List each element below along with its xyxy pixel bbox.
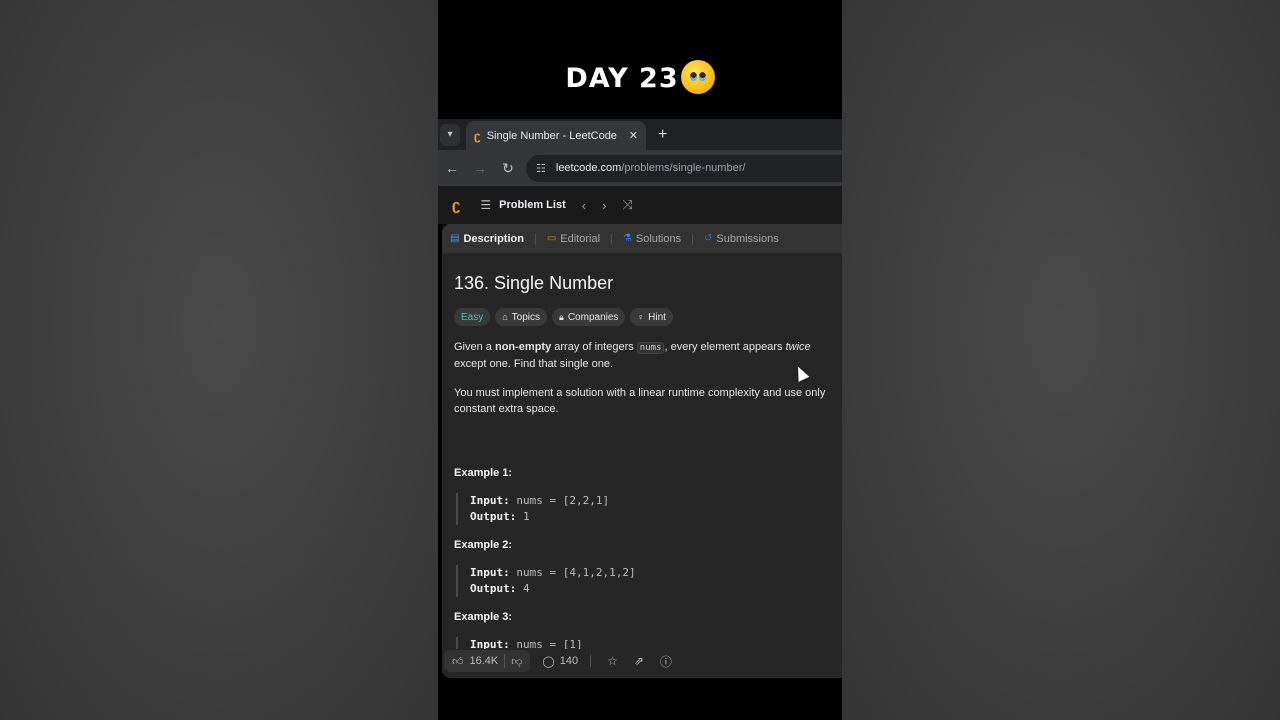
comment-bubble-icon: ◯ xyxy=(542,655,555,668)
tab-divider: | xyxy=(691,232,694,245)
hint-label: Hint xyxy=(648,311,666,323)
output-value: 4 xyxy=(522,582,530,595)
day-caption: DAY 23 xyxy=(438,60,842,94)
statement-text: except one. Find that single one. xyxy=(454,358,613,370)
statement-text: array of integers xyxy=(551,341,637,353)
problem-body: 136. Single Number Easy ⌂ Topics 🔒︎ Compan… xyxy=(442,273,842,653)
browser-tab-title: Single Number - LeetCode xyxy=(486,129,617,142)
submissions-history-icon: ↺ xyxy=(703,233,713,244)
leetcode-logo-icon[interactable]: ʗ xyxy=(452,197,460,214)
input-value: nums = [2,2,1] xyxy=(516,494,610,507)
thumbs-down-icon[interactable]: 👎︎ xyxy=(511,655,522,668)
input-label: Input: xyxy=(470,494,510,507)
close-tab-icon[interactable]: ✕ xyxy=(629,129,638,142)
problem-tags: Easy ⌂ Topics 🔒︎ Companies ♀ Hint xyxy=(454,308,830,326)
problem-constraint-text: You must implement a solution with a lin… xyxy=(454,387,826,415)
like-dislike-group: 👍︎ 16.4K 👎︎ xyxy=(444,650,531,672)
share-external-icon[interactable]: ⇗ xyxy=(634,654,644,668)
lightbulb-icon: ♀ xyxy=(637,312,645,322)
topics-tag[interactable]: ⌂ Topics xyxy=(495,308,548,326)
problem-footer: 👍︎ 16.4K 👎︎ ◯ 140 ☆ ⇗ ⓘ xyxy=(442,649,842,673)
example-2-block: Input: nums = [4,1,2,1,2] Output: 4 xyxy=(456,565,830,597)
video-background-right xyxy=(842,0,1280,720)
problem-statement: Given a non-empty array of integers nums… xyxy=(454,339,830,372)
new-tab-plus-icon[interactable]: + xyxy=(658,126,667,144)
difficulty-badge: Easy xyxy=(454,308,491,326)
thumbs-up-icon[interactable]: 👍︎ xyxy=(452,655,464,668)
editorial-book-icon: ▭ xyxy=(546,233,557,244)
companies-tag[interactable]: 🔒︎ Companies xyxy=(552,308,626,326)
browser-tabstrip: ▾ ʗ Single Number - LeetCode ✕ + xyxy=(438,119,842,150)
panel-tabs: ▤ Description | ▭ Editorial | ⚗ Solution… xyxy=(442,224,842,253)
problem-list-link[interactable]: Problem List xyxy=(499,199,566,211)
tab-description-label: Description xyxy=(463,232,524,245)
browser-tab-active[interactable]: ʗ Single Number - LeetCode ✕ xyxy=(466,121,646,150)
example-1-title: Example 1: xyxy=(454,467,513,479)
hint-tag[interactable]: ♀ Hint xyxy=(630,308,673,326)
shuffle-icon[interactable]: ⤨ xyxy=(622,197,632,213)
video-background-left xyxy=(0,0,438,720)
help-question-icon[interactable]: ⓘ xyxy=(660,653,672,670)
difficulty-label: Easy xyxy=(461,311,484,323)
leetcode-favicon-icon: ʗ xyxy=(474,128,481,143)
address-bar[interactable]: ☷ leetcode.com/problems/single-number/ xyxy=(526,154,842,182)
tab-solutions-label: Solutions xyxy=(635,232,682,245)
problem-title[interactable]: 136. Single Number xyxy=(454,273,830,294)
divider xyxy=(590,655,592,667)
next-problem-chevron-right-icon[interactable]: › xyxy=(602,198,606,213)
browser-toolbar: ← → ↻ ☷ leetcode.com/problems/single-num… xyxy=(438,150,842,186)
reload-icon[interactable]: ↻ xyxy=(494,160,522,177)
tab-divider: | xyxy=(610,232,613,245)
tab-search-chevron-down-icon[interactable]: ▾ xyxy=(440,123,460,146)
tab-solutions[interactable]: ⚗ Solutions xyxy=(623,233,681,245)
tab-divider: | xyxy=(533,232,537,245)
comment-count: 140 xyxy=(559,655,579,667)
solutions-flask-icon: ⚗ xyxy=(622,233,632,244)
tab-editorial-label: Editorial xyxy=(560,232,601,245)
video-frame: DAY 23 ▾ ʗ Single Number - LeetCode ✕ + … xyxy=(438,0,842,720)
output-value: 1 xyxy=(522,510,530,523)
description-icon: ▤ xyxy=(450,233,460,244)
back-arrow-icon[interactable]: ← xyxy=(438,160,466,176)
prev-problem-chevron-left-icon[interactable]: ‹ xyxy=(582,198,586,213)
statement-text: Given a xyxy=(454,341,495,353)
tab-submissions[interactable]: ↺ Submissions xyxy=(704,233,779,245)
example-2-title: Example 2: xyxy=(454,539,513,551)
lock-icon: 🔒︎ xyxy=(559,311,564,322)
pleading-face-emoji-icon xyxy=(680,60,715,94)
statement-italic: twice xyxy=(785,341,811,353)
inline-code-nums: nums xyxy=(636,342,665,354)
problem-list-icon[interactable]: ☰ xyxy=(480,198,491,212)
tab-editorial[interactable]: ▭ Editorial xyxy=(547,233,600,245)
tag-icon: ⌂ xyxy=(502,312,508,322)
tab-submissions-label: Submissions xyxy=(716,232,779,245)
forward-arrow-icon[interactable]: → xyxy=(466,160,494,176)
site-settings-icon[interactable]: ☷ xyxy=(536,162,546,175)
topics-label: Topics xyxy=(511,311,541,323)
like-count[interactable]: 16.4K xyxy=(470,655,499,667)
leetcode-navbar: ʗ ☰ Problem List ‹ › ⤨ xyxy=(438,186,842,224)
input-value: nums = [4,1,2,1,2] xyxy=(516,566,636,579)
statement-bold: non-empty xyxy=(494,341,552,353)
divider xyxy=(504,654,506,668)
day-caption-text: DAY 23 xyxy=(565,63,679,94)
statement-text: , every element appears xyxy=(664,341,786,353)
url-domain: leetcode.com xyxy=(555,162,622,174)
comments-button[interactable]: ◯ 140 xyxy=(542,655,578,668)
output-label: Output: xyxy=(470,510,517,523)
star-icon[interactable]: ☆ xyxy=(607,654,618,668)
companies-label: Companies xyxy=(567,311,619,323)
example-3-title: Example 3: xyxy=(454,611,513,623)
example-1-block: Input: nums = [2,2,1] Output: 1 xyxy=(456,493,830,525)
input-label: Input: xyxy=(470,566,510,579)
url-path: /problems/single-number/ xyxy=(621,162,746,174)
description-panel: ▤ Description | ▭ Editorial | ⚗ Solution… xyxy=(442,224,842,678)
tab-description[interactable]: ▤ Description xyxy=(450,233,524,245)
output-label: Output: xyxy=(470,582,517,595)
